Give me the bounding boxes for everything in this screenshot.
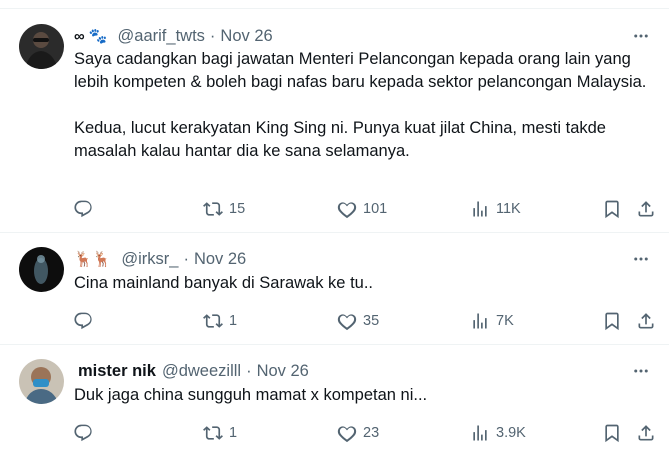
like-count: 35 (363, 313, 380, 329)
share-button[interactable] (636, 422, 656, 444)
tweet-paragraph: Saya cadangkan bagi jawatan Menteri Pela… (74, 50, 647, 91)
avatar[interactable] (19, 359, 64, 404)
action-bar: 1 35 7K (73, 310, 658, 332)
share-icon (638, 313, 654, 329)
more-options-icon[interactable] (631, 26, 651, 46)
handle[interactable]: @irksr_ (121, 250, 178, 269)
views-button[interactable]: 11K (470, 198, 521, 220)
display-name[interactable]: ∞ 🐾 (74, 27, 112, 45)
tweet[interactable]: mister nik @dweezilll · Nov 26 Duk jaga … (0, 346, 669, 460)
tweet-text: Saya cadangkan bagi jawatan Menteri Pela… (74, 48, 654, 163)
tweet[interactable]: ∞ 🐾 @aarif_twts · Nov 26 Saya cadangkan … (0, 10, 669, 233)
heart-icon (337, 426, 357, 443)
bookmark-icon (605, 424, 619, 443)
separator-dot: · (209, 26, 216, 45)
action-bar: 15 101 11K (73, 198, 658, 220)
tweet-header: ∞ 🐾 @aarif_twts · Nov 26 (74, 25, 273, 47)
retweet-button[interactable]: 1 (203, 310, 237, 332)
reply-icon (74, 424, 92, 442)
retweet-icon (203, 202, 223, 216)
timestamp[interactable]: Nov 26 (220, 27, 272, 46)
share-button[interactable] (636, 198, 656, 220)
top-divider (0, 0, 669, 9)
reply-icon (74, 312, 92, 330)
views-button[interactable]: 3.9K (470, 422, 526, 444)
like-button[interactable]: 101 (337, 198, 387, 220)
handle[interactable]: @dweezilll (162, 362, 241, 381)
display-name[interactable]: mister nik (74, 362, 156, 381)
retweet-count: 1 (229, 425, 238, 441)
display-name-emoji: ∞ 🐾 (74, 28, 108, 45)
heart-icon (337, 202, 357, 219)
views-count: 7K (496, 313, 514, 329)
display-name-text: mister nik (78, 361, 156, 380)
tweet-paragraph: Cina mainland banyak di Sarawak ke tu.. (74, 274, 373, 292)
more-options-icon[interactable] (631, 249, 651, 269)
action-bar: 1 23 3.9K (73, 422, 658, 444)
bookmark-button[interactable] (602, 422, 622, 444)
tweet-header: mister nik @dweezilll · Nov 26 (74, 360, 309, 382)
retweet-button[interactable]: 1 (203, 422, 237, 444)
avatar[interactable] (19, 247, 64, 292)
tweet-text: Cina mainland banyak di Sarawak ke tu.. (74, 272, 654, 295)
heart-icon (337, 314, 357, 331)
separator-dot: · (246, 361, 252, 380)
views-count: 11K (496, 201, 521, 217)
reply-icon (74, 200, 92, 218)
bookmark-icon (605, 312, 619, 331)
separator-dot: · (183, 249, 189, 268)
avatar[interactable] (19, 24, 64, 69)
share-icon (638, 201, 654, 217)
like-count: 101 (363, 201, 388, 217)
retweet-count: 15 (229, 201, 246, 217)
timestamp[interactable]: Nov 26 (257, 362, 309, 381)
share-icon (638, 425, 654, 441)
tweet-paragraph: Duk jaga china sungguh mamat x kompetan … (74, 386, 428, 404)
views-chart-icon (473, 201, 487, 217)
share-button[interactable] (636, 310, 656, 332)
display-name[interactable]: 🦌🦌 (74, 250, 115, 268)
reply-button[interactable] (73, 310, 99, 332)
handle[interactable]: @aarif_twts (118, 27, 205, 46)
tweet-text: Duk jaga china sungguh mamat x kompetan … (74, 384, 654, 407)
tweet[interactable]: 🦌🦌 @irksr_ · Nov 26 Cina mainland banyak… (0, 234, 669, 345)
bookmark-icon (605, 200, 619, 219)
like-button[interactable]: 23 (337, 422, 379, 444)
retweet-icon (203, 314, 223, 328)
like-button[interactable]: 35 (337, 310, 379, 332)
reply-button[interactable] (73, 198, 99, 220)
reply-button[interactable] (73, 422, 99, 444)
views-chart-icon (473, 425, 487, 441)
retweet-count: 1 (229, 313, 238, 329)
bookmark-button[interactable] (602, 310, 622, 332)
timestamp[interactable]: Nov 26 (194, 250, 246, 269)
tweet-header: 🦌🦌 @irksr_ · Nov 26 (74, 248, 246, 270)
views-chart-icon (473, 313, 487, 329)
like-count: 23 (363, 425, 380, 441)
views-button[interactable]: 7K (470, 310, 514, 332)
bookmark-button[interactable] (602, 198, 622, 220)
more-options-icon[interactable] (631, 361, 651, 381)
retweet-icon (203, 426, 223, 440)
tweet-paragraph: Kedua, lucut kerakyatan King Sing ni. Pu… (74, 119, 606, 160)
retweet-button[interactable]: 15 (203, 198, 245, 220)
views-count: 3.9K (496, 425, 526, 441)
display-name-emoji: 🦌🦌 (74, 251, 112, 268)
